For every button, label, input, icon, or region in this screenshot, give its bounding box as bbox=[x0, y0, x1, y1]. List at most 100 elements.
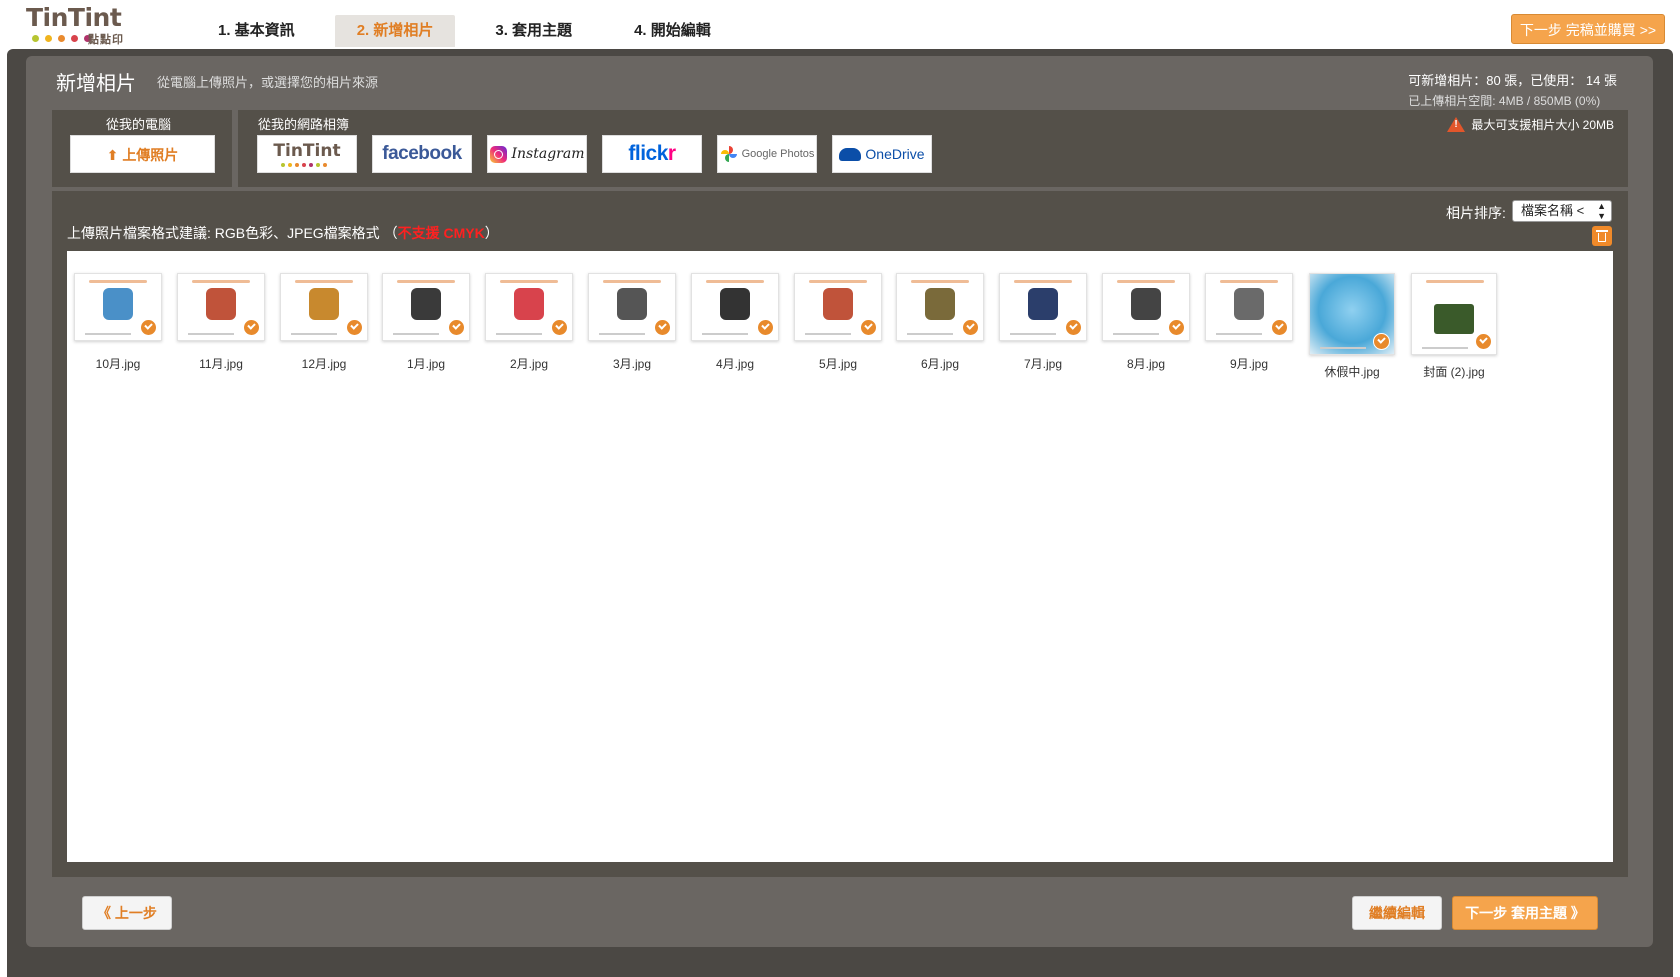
sort-label: 相片排序: bbox=[1446, 205, 1506, 221]
next-checkout-button[interactable]: 下一步 完稿並購買 >> bbox=[1511, 14, 1665, 44]
tintint-logo[interactable]: TinTint 點點印 bbox=[26, 4, 136, 47]
source-google-photos-button[interactable]: Google Photos bbox=[717, 135, 817, 173]
photo-filename: 5月.jpg bbox=[818, 357, 858, 371]
check-icon[interactable] bbox=[1373, 333, 1390, 350]
photo-item[interactable]: 7月.jpg bbox=[988, 273, 1098, 372]
photo-item[interactable]: 5月.jpg bbox=[783, 273, 893, 372]
thumbnail-footer-line bbox=[188, 333, 234, 335]
step-tab-4[interactable]: 4. 開始編輯 bbox=[612, 15, 733, 47]
google-photos-icon bbox=[720, 146, 737, 162]
onedrive-label: OneDrive bbox=[865, 146, 925, 162]
photo-thumbnail[interactable] bbox=[280, 273, 368, 341]
tintint-source-dot bbox=[288, 163, 292, 167]
check-icon[interactable] bbox=[1168, 319, 1185, 336]
photo-thumbnail[interactable] bbox=[794, 273, 882, 341]
logo-subtitle: 點點印 bbox=[88, 34, 124, 46]
check-icon[interactable] bbox=[654, 319, 671, 336]
photo-thumbnail[interactable] bbox=[896, 273, 984, 341]
thumbnail-caption-bar bbox=[706, 280, 764, 283]
thumbnail-caption-bar bbox=[1014, 280, 1072, 283]
photo-thumbnail[interactable] bbox=[588, 273, 676, 341]
check-icon[interactable] bbox=[1065, 319, 1082, 336]
photo-thumbnail[interactable] bbox=[177, 273, 265, 341]
check-icon[interactable] bbox=[860, 319, 877, 336]
tintint-source-logo: TinTint bbox=[273, 141, 341, 161]
arrow-up-icon: ⬆ bbox=[106, 147, 119, 163]
tintint-source-dot bbox=[302, 163, 306, 167]
photo-thumbnail[interactable] bbox=[1309, 273, 1395, 355]
source-facebook-button[interactable]: facebook bbox=[372, 135, 472, 173]
check-icon[interactable] bbox=[140, 319, 157, 336]
photo-item[interactable]: 1月.jpg bbox=[371, 273, 481, 372]
step-tab-3[interactable]: 3. 套用主題 bbox=[473, 15, 594, 47]
photo-item[interactable]: 9月.jpg bbox=[1194, 273, 1304, 372]
tintint-source-dot bbox=[295, 163, 299, 167]
photo-thumbnail[interactable] bbox=[1102, 273, 1190, 341]
thumbnail-artwork bbox=[206, 288, 236, 320]
onedrive-logo: OneDrive bbox=[839, 146, 925, 162]
thumbnail-artwork bbox=[617, 288, 647, 320]
sort-select[interactable]: 檔案名稱 < ▲ ▼ bbox=[1512, 200, 1612, 222]
max-size-notice: 最大可支援相片大小 20MB bbox=[1447, 116, 1614, 133]
photo-item[interactable]: 8月.jpg bbox=[1091, 273, 1201, 372]
check-icon[interactable] bbox=[346, 319, 363, 336]
photo-item[interactable]: 4月.jpg bbox=[680, 273, 790, 372]
check-icon[interactable] bbox=[962, 319, 979, 336]
from-computer-label: 從我的電腦 bbox=[106, 117, 172, 132]
thumbnail-caption-bar bbox=[500, 280, 558, 283]
photo-filename: 8月.jpg bbox=[1126, 357, 1166, 371]
source-instagram-button[interactable]: Instagram bbox=[487, 135, 587, 173]
logo-dot bbox=[71, 35, 78, 42]
prev-step-button[interactable]: 《 上一步 bbox=[82, 896, 172, 930]
photo-thumbnail[interactable] bbox=[1411, 273, 1497, 355]
thumbnail-artwork bbox=[925, 288, 955, 320]
upload-photo-label: 上傳照片 bbox=[122, 147, 179, 163]
photo-thumbnail[interactable] bbox=[1205, 273, 1293, 341]
trash-icon[interactable] bbox=[1592, 226, 1612, 246]
google-photos-logo: Google Photos bbox=[720, 145, 814, 163]
thumbnail-artwork bbox=[1434, 304, 1474, 334]
max-size-text: 最大可支援相片大小 20MB bbox=[1471, 118, 1614, 132]
upload-photo-button[interactable]: ⬆ 上傳照片 bbox=[70, 135, 215, 173]
source-tintint-button[interactable]: TinTint bbox=[257, 135, 357, 173]
flickr-label-a: flick bbox=[628, 142, 668, 165]
continue-editing-button[interactable]: 繼續編輯 bbox=[1352, 896, 1442, 930]
photo-item[interactable]: 2月.jpg bbox=[474, 273, 584, 372]
photo-item[interactable]: 6月.jpg bbox=[885, 273, 995, 372]
check-icon[interactable] bbox=[551, 319, 568, 336]
photo-item[interactable]: 11月.jpg bbox=[166, 273, 276, 372]
check-icon[interactable] bbox=[448, 319, 465, 336]
next-apply-theme-button[interactable]: 下一步 套用主題 》 bbox=[1452, 896, 1598, 930]
check-icon[interactable] bbox=[243, 319, 260, 336]
photo-thumbnail[interactable] bbox=[999, 273, 1087, 341]
photo-item[interactable]: 10月.jpg bbox=[63, 273, 173, 372]
tintint-source-dots bbox=[281, 163, 327, 167]
photo-item[interactable]: 12月.jpg bbox=[269, 273, 379, 372]
photo-item[interactable]: 休假中.jpg bbox=[1297, 273, 1407, 380]
thumbnail-caption-bar bbox=[397, 280, 455, 283]
page-subtitle: 從電腦上傳照片，或選擇您的相片來源 bbox=[157, 75, 379, 90]
photo-item[interactable]: 3月.jpg bbox=[577, 273, 687, 372]
photo-item[interactable]: 封面 (2).jpg bbox=[1399, 273, 1509, 380]
instagram-label: Instagram bbox=[511, 146, 585, 162]
photo-filename: 6月.jpg bbox=[920, 357, 960, 371]
step-tab-2[interactable]: 2. 新增相片 bbox=[334, 15, 456, 47]
thumbnail-artwork bbox=[1028, 288, 1058, 320]
source-onedrive-button[interactable]: OneDrive bbox=[832, 135, 932, 173]
photo-thumbnail[interactable] bbox=[691, 273, 779, 341]
thumbnail-caption-bar bbox=[192, 280, 250, 283]
thumbnail-footer-line bbox=[1113, 333, 1159, 335]
check-icon[interactable] bbox=[1475, 333, 1492, 350]
check-icon[interactable] bbox=[757, 319, 774, 336]
step-tab-1[interactable]: 1. 基本資訊 bbox=[196, 15, 317, 47]
photo-thumbnail[interactable] bbox=[382, 273, 470, 341]
thumbnail-artwork bbox=[720, 288, 750, 320]
quota-storage: 已上傳相片空間: 4MB / 850MB (0%) bbox=[1408, 94, 1601, 108]
check-icon[interactable] bbox=[1271, 319, 1288, 336]
photo-thumbnail[interactable] bbox=[485, 273, 573, 341]
source-flickr-button[interactable]: flickr bbox=[602, 135, 702, 173]
photo-filename: 12月.jpg bbox=[301, 357, 347, 371]
warning-icon bbox=[1447, 117, 1466, 132]
photo-thumbnail[interactable] bbox=[74, 273, 162, 341]
thumbnail-artwork bbox=[1131, 288, 1161, 320]
